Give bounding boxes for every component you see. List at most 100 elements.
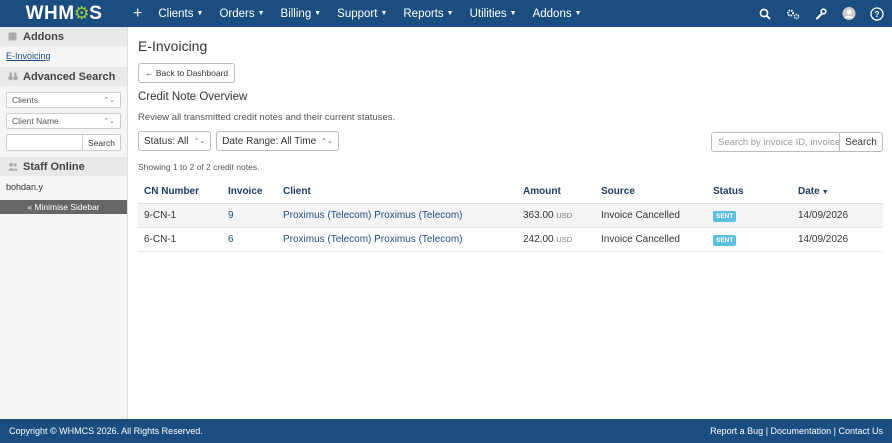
documentation-link[interactable]: Documentation	[771, 426, 832, 436]
sidebar-heading-label: Addons	[23, 30, 64, 43]
users-icon	[8, 162, 18, 172]
svg-text:?: ?	[874, 9, 879, 19]
invoice-cell: 9	[222, 203, 277, 228]
menu-utilities[interactable]: Utilities ▼	[462, 8, 525, 20]
column-header-invoice[interactable]: Invoice	[222, 181, 277, 204]
source-cell: Invoice Cancelled	[595, 227, 707, 252]
client-cell: Proximus (Telecom) Proximus (Telecom)	[277, 227, 517, 252]
menu-support[interactable]: Support ▼	[329, 8, 395, 20]
invoice-cell: 6	[222, 227, 277, 252]
menu-label: Reports	[403, 7, 444, 20]
invoice-link[interactable]: 6	[228, 234, 234, 245]
credit-notes-table: CN Number Invoice Client Amount Source S…	[138, 181, 883, 252]
footer-separator: |	[765, 426, 769, 436]
status-cell: SENT	[707, 203, 792, 228]
currency-code: USD	[556, 234, 573, 244]
column-header-date[interactable]: Date ▼	[792, 181, 883, 204]
credit-note-search-input[interactable]: Search by invoice ID, invoice	[711, 132, 840, 152]
gear-logo-icon: ⚙	[73, 3, 91, 23]
column-header-cn-number[interactable]: CN Number	[138, 181, 222, 204]
page-title: E-Invoicing	[138, 38, 208, 54]
footer-links: Report a Bug | Documentation | Contact U…	[710, 426, 883, 436]
cn-number-cell: 6-CN-1	[138, 227, 222, 252]
table-row[interactable]: 9-CN-1 9 Proximus (Telecom) Proximus (Te…	[138, 203, 883, 228]
back-to-dashboard-button[interactable]: ← Back to Dashboard	[138, 63, 236, 83]
sidebar-heading-label: Advanced Search	[23, 70, 116, 83]
select-arrows-icon: ⌃⌄	[103, 97, 115, 104]
help-icon[interactable]: ?	[870, 6, 884, 21]
column-header-source[interactable]: Source	[595, 181, 707, 204]
user-avatar-icon[interactable]	[842, 6, 856, 21]
menu-reports[interactable]: Reports ▼	[395, 8, 461, 20]
select-arrows-icon: ⌃⌄	[103, 118, 115, 125]
sidebar-heading-staff-online: Staff Online	[0, 157, 127, 176]
caret-down-icon: ▼	[574, 9, 582, 17]
search-icon[interactable]	[758, 7, 772, 21]
client-link[interactable]: Proximus (Telecom) Proximus (Telecom)	[283, 210, 462, 221]
status-cell: SENT	[707, 227, 792, 252]
menu-label: Addons	[532, 7, 572, 20]
main-menu: + Clients ▼ Orders ▼ Billing ▼ Support ▼ Rep…	[128, 0, 590, 27]
amount-cell: 363.00 USD	[517, 203, 595, 228]
credit-note-search-button[interactable]: Search	[840, 132, 883, 152]
menu-billing[interactable]: Billing ▼	[273, 8, 330, 20]
add-new-icon[interactable]: +	[128, 5, 150, 23]
column-header-client[interactable]: Client	[277, 181, 517, 204]
sidebar-search-button[interactable]: Search	[83, 134, 121, 151]
table-row[interactable]: 6-CN-1 6 Proximus (Telecom) Proximus (Te…	[138, 227, 883, 252]
sidebar-link-e-invoicing[interactable]: E-Invoicing	[0, 46, 127, 67]
results-count: Showing 1 to 2 of 2 credit notes.	[138, 162, 260, 172]
section-description: Review all transmitted credit notes and …	[138, 112, 396, 123]
logo-text-start: WHM	[25, 2, 75, 24]
menu-label: Billing	[280, 7, 312, 20]
amount-value: 363.00	[523, 209, 554, 221]
caret-down-icon: ▼	[380, 9, 388, 17]
status-badge: SENT	[713, 234, 737, 246]
menu-label: Support	[337, 7, 378, 20]
main-content: E-Invoicing ← Back to Dashboard Credit N…	[138, 27, 883, 252]
sidebar-heading-advanced-search: Advanced Search	[0, 67, 127, 86]
nav-right-icons: ?	[758, 0, 884, 27]
select-value: Status: All	[144, 135, 189, 147]
whmcs-logo[interactable]: WHM ⚙ S	[0, 0, 128, 27]
sidebar: Addons E-Invoicing Advanced Search Clien…	[0, 27, 128, 419]
cube-icon	[8, 32, 18, 42]
menu-orders[interactable]: Orders ▼	[211, 8, 272, 20]
invoice-link[interactable]: 9	[228, 210, 234, 221]
report-bug-link[interactable]: Report a Bug	[710, 426, 763, 436]
select-arrows-icon: ⌃⌄	[193, 138, 206, 145]
binoculars-icon	[8, 72, 18, 82]
staff-online-user: bohdan.y	[6, 182, 44, 192]
menu-label: Clients	[158, 7, 194, 20]
wrench-icon[interactable]	[814, 7, 828, 21]
status-filter-select[interactable]: Status: All ⌃⌄	[138, 131, 212, 151]
column-header-amount[interactable]: Amount	[517, 181, 595, 204]
menu-addons[interactable]: Addons ▼	[525, 8, 590, 20]
contact-us-link[interactable]: Contact Us	[838, 426, 883, 436]
caret-down-icon: ▼	[314, 9, 322, 17]
cn-number-cell: 9-CN-1	[138, 203, 222, 228]
search-type-select[interactable]: Clients ⌃⌄	[6, 92, 121, 108]
select-value: Clients	[12, 95, 38, 105]
menu-clients[interactable]: Clients ▼	[150, 8, 211, 20]
copyright-text: Copyright © WHMCS 2026. All Rights Reser…	[9, 426, 203, 436]
date-cell: 14/09/2026	[792, 227, 883, 252]
amount-value: 242.00	[523, 233, 554, 245]
footer: Copyright © WHMCS 2026. All Rights Reser…	[0, 419, 892, 443]
table-header-row: CN Number Invoice Client Amount Source S…	[138, 181, 883, 204]
logo-text-end: S	[89, 2, 103, 24]
client-link[interactable]: Proximus (Telecom) Proximus (Telecom)	[283, 234, 462, 245]
currency-code: USD	[556, 210, 573, 220]
caret-down-icon: ▼	[257, 9, 265, 17]
caret-down-icon: ▼	[196, 9, 204, 17]
top-navbar: WHM ⚙ S + Clients ▼ Orders ▼ Billing ▼ Suppor…	[0, 0, 892, 27]
sort-descending-icon: ▼	[821, 189, 829, 197]
footer-separator: |	[833, 426, 836, 436]
search-field-select[interactable]: Client Name ⌃⌄	[6, 113, 121, 129]
gears-icon[interactable]	[786, 7, 800, 21]
menu-label: Utilities	[469, 7, 507, 20]
sidebar-search-input[interactable]	[6, 134, 83, 151]
date-range-filter-select[interactable]: Date Range: All Time ⌃⌄	[216, 131, 339, 151]
column-header-status[interactable]: Status	[707, 181, 792, 204]
minimise-sidebar-button[interactable]: « Minimise Sidebar	[0, 200, 127, 214]
